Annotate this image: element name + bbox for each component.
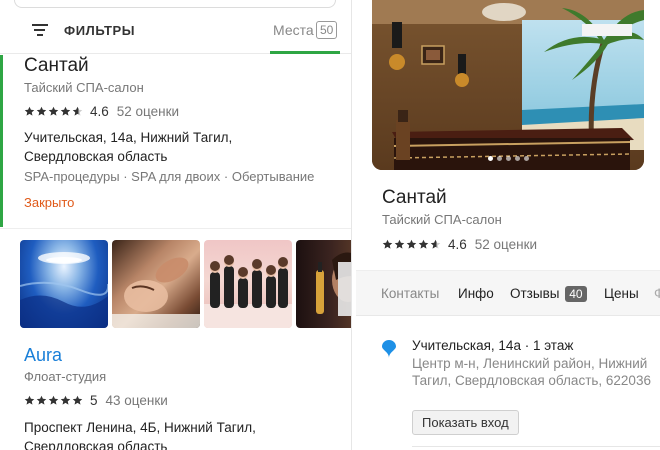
place-detail-panel: Сантай Тайский СПА-салон 4.6 52 оценки К… xyxy=(356,0,660,450)
address-line-1: Учительская, 14а, Нижний Тагил, xyxy=(24,130,233,145)
place-photo[interactable] xyxy=(372,0,644,170)
rating-stars xyxy=(24,106,84,117)
star-icon xyxy=(406,239,417,249)
filters-bar: ФИЛЬТРЫ Места 50 xyxy=(0,10,351,54)
close-icon[interactable] xyxy=(642,8,644,24)
divider xyxy=(412,446,660,447)
star-icon xyxy=(72,106,83,116)
photo-team[interactable] xyxy=(204,240,292,328)
photo-strip[interactable] xyxy=(20,240,351,328)
photo-scroll-button[interactable] xyxy=(338,262,351,316)
tab-prices[interactable]: Цены xyxy=(604,286,639,301)
pagination-dot[interactable] xyxy=(514,156,520,161)
filters-button[interactable]: ФИЛЬТРЫ xyxy=(64,23,135,38)
tab-contacts[interactable]: Контакты xyxy=(381,286,439,301)
star-icon xyxy=(394,239,405,249)
result-services: SPA-процедуры · SPA для двоих · Обертыва… xyxy=(24,169,315,184)
star-icon xyxy=(430,239,441,249)
rating-stars xyxy=(24,395,84,406)
rating-stars xyxy=(382,239,442,250)
rating-count[interactable]: 52 оценки xyxy=(475,237,537,252)
tab-places[interactable]: Места 50 xyxy=(270,10,340,54)
photo-pagination[interactable] xyxy=(372,156,644,161)
tab-photos[interactable]: Ф xyxy=(654,286,660,301)
star-icon xyxy=(48,106,59,116)
address-line-2: Свердловская область xyxy=(24,149,168,164)
result-rating: 4.6 52 оценки xyxy=(24,104,179,119)
result-card-santai[interactable]: Сантай Тайский СПА-салон 4.6 52 оценки У… xyxy=(0,55,351,227)
detail-address-secondary: Центр м-н, Ленинский район, Нижний Тагил… xyxy=(412,356,651,388)
search-box-edge[interactable] xyxy=(14,0,336,8)
pagination-dot[interactable] xyxy=(523,156,529,161)
pagination-dot[interactable] xyxy=(496,156,502,161)
rating-value: 4.6 xyxy=(90,104,109,119)
reviews-count-badge: 40 xyxy=(565,286,587,302)
star-icon xyxy=(24,106,35,116)
place-category[interactable]: Тайский СПА-салон xyxy=(382,212,502,227)
results-panel: ФИЛЬТРЫ Места 50 Сантай Тайский СПА-сало… xyxy=(0,0,352,450)
result-category: Тайский СПА-салон xyxy=(24,80,144,95)
address-line-2: Свердловская область xyxy=(24,439,168,450)
rating-count[interactable]: 43 оценки xyxy=(106,393,168,408)
status-badge: Закрыто xyxy=(24,195,75,210)
filter-icon[interactable] xyxy=(32,24,48,38)
rating-count[interactable]: 52 оценки xyxy=(117,104,179,119)
result-rating-aura: 5 43 оценки xyxy=(24,393,168,408)
show-entrance-button[interactable]: Показать вход xyxy=(412,410,519,435)
pagination-dot[interactable] xyxy=(505,156,511,161)
map-pin-icon xyxy=(382,340,396,358)
places-tab-label: Места xyxy=(273,22,314,38)
star-icon xyxy=(24,395,35,405)
photo-art xyxy=(20,252,108,328)
star-icon xyxy=(382,239,393,249)
star-icon xyxy=(72,395,83,405)
place-rating: 4.6 52 оценки xyxy=(382,237,537,252)
hero-art xyxy=(372,0,644,170)
tab-reviews-label: Отзывы xyxy=(510,286,560,301)
address-line-1: Проспект Ленина, 4Б, Нижний Тагил, xyxy=(24,420,256,435)
rating-value: 5 xyxy=(90,393,98,408)
rating-value: 4.6 xyxy=(448,237,467,252)
photo-art xyxy=(204,255,292,328)
pagination-dot[interactable] xyxy=(487,156,493,161)
photo-art xyxy=(112,257,200,328)
star-icon xyxy=(60,106,71,116)
photo-massage[interactable] xyxy=(112,240,200,328)
divider xyxy=(0,228,351,229)
places-count-badge: 50 xyxy=(316,21,338,39)
tab-info[interactable]: Инфо xyxy=(458,286,494,301)
star-icon xyxy=(60,395,71,405)
result-title-aura[interactable]: Aura xyxy=(24,345,62,366)
star-icon xyxy=(418,239,429,249)
result-category-aura: Флоат-студия xyxy=(24,369,107,384)
detail-tabs: Контакты Инфо Отзывы 40 Цены Ф xyxy=(356,271,660,316)
close-glyph xyxy=(642,8,644,24)
photo-float-tank[interactable] xyxy=(20,240,108,328)
result-address-aura: Проспект Ленина, 4Б, Нижний Тагил, Сверд… xyxy=(24,418,256,450)
place-title: Сантай xyxy=(382,187,447,208)
map-pin-glyph xyxy=(382,340,396,358)
detail-address: Учительская, 14а · 1 этаж xyxy=(412,338,574,353)
result-address: Учительская, 14а, Нижний Тагил, Свердлов… xyxy=(24,128,232,166)
star-icon xyxy=(36,106,47,116)
tab-reviews[interactable]: Отзывы 40 xyxy=(510,286,587,302)
star-icon xyxy=(36,395,47,405)
star-icon xyxy=(48,395,59,405)
result-title[interactable]: Сантай xyxy=(24,55,89,77)
